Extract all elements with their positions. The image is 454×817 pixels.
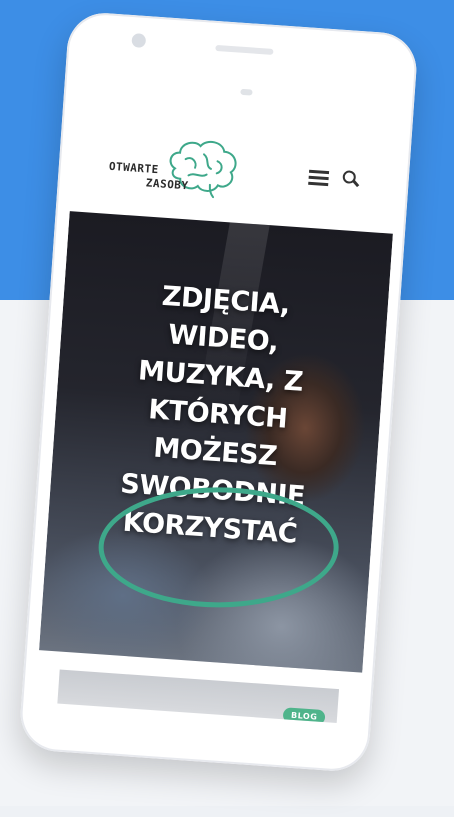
- phone-screen: OTWARTE ZASOBY ZDJĘCIA, WIDEO, MUZYKA, Z…: [35, 93, 402, 725]
- hamburger-menu-icon[interactable]: [308, 169, 330, 187]
- site-header: OTWARTE ZASOBY: [69, 93, 402, 234]
- menu-bar: [308, 169, 330, 175]
- proximity-sensor: [240, 88, 253, 96]
- logo-text-line1: OTWARTE: [108, 159, 160, 177]
- phone-body: OTWARTE ZASOBY ZDJĘCIA, WIDEO, MUZYKA, Z…: [18, 10, 419, 774]
- hero-image: ZDJĘCIA, WIDEO, MUZYKA, Z KTÓRYCH MOŻESZ…: [39, 211, 393, 673]
- search-icon[interactable]: [342, 170, 360, 188]
- search-handle: [352, 179, 360, 188]
- blog-badge: BLOG: [282, 707, 326, 725]
- blog-card[interactable]: BLOG: [55, 669, 340, 725]
- site-logo[interactable]: OTWARTE ZASOBY: [106, 130, 251, 214]
- menu-bar: [308, 181, 329, 187]
- speaker-grille: [215, 44, 274, 55]
- camera-icon: [131, 33, 147, 49]
- phone-mockup: OTWARTE ZASOBY ZDJĘCIA, WIDEO, MUZYKA, Z…: [15, 10, 454, 817]
- menu-bar: [308, 175, 329, 181]
- hand-drawn-circle: [98, 487, 339, 608]
- logo-text-line2: ZASOBY: [145, 176, 189, 193]
